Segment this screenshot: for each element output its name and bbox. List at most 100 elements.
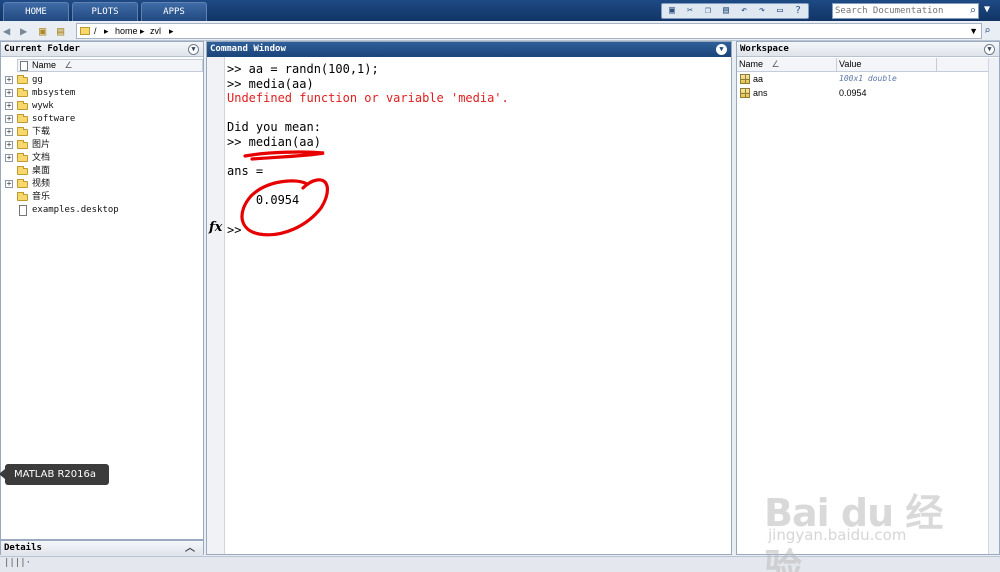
expand-icon[interactable]: +: [5, 154, 13, 162]
path-chevron-icon[interactable]: ▸: [169, 26, 174, 37]
list-item-label: 文档: [32, 153, 51, 163]
folder-icon: [17, 75, 28, 84]
path-segment-home[interactable]: home: [115, 26, 138, 36]
details-panel: Details ︿: [0, 540, 204, 556]
expand-icon[interactable]: +: [5, 76, 13, 84]
expand-icon[interactable]: +: [5, 141, 13, 149]
command-output[interactable]: >> aa = randn(100,1); >> media(aa) Undefin…: [227, 62, 727, 207]
list-item[interactable]: + 图片: [1, 139, 201, 152]
list-item[interactable]: + mbsystem: [1, 87, 201, 100]
name-column-header[interactable]: Name ∠: [737, 58, 837, 71]
list-item[interactable]: + 视频: [1, 178, 201, 191]
variable-name: ans: [753, 88, 768, 98]
list-item[interactable]: + 下载: [1, 126, 201, 139]
switch-windows-icon[interactable]: ▭: [772, 4, 788, 18]
panel-menu-icon[interactable]: ▼: [984, 44, 995, 55]
expand-icon[interactable]: +: [5, 128, 13, 136]
browse-folder-icon[interactable]: ▤: [57, 24, 64, 38]
command-line: [227, 149, 727, 164]
variable-grid-icon: [740, 74, 750, 84]
variable-name-cell: aa: [737, 72, 837, 86]
list-item-label: wywk: [32, 101, 54, 111]
list-item-label: 桌面: [32, 166, 51, 176]
expand-icon[interactable]: +: [5, 89, 13, 97]
command-line: >> aa = randn(100,1);: [227, 62, 379, 76]
list-item-label: software: [32, 114, 76, 124]
current-folder-header[interactable]: Current Folder ▼: [1, 42, 203, 57]
cut-icon[interactable]: ✂: [682, 4, 698, 18]
back-arrow-icon[interactable]: ◀: [3, 24, 10, 38]
function-browser-icon[interactable]: fx: [209, 220, 222, 235]
list-item-label: examples.desktop: [32, 205, 119, 215]
paste-icon[interactable]: ▤: [718, 4, 734, 18]
table-row[interactable]: ans 0.0954: [737, 86, 999, 100]
path-segment-zvl[interactable]: zvl: [150, 26, 161, 36]
folder-icon: [17, 114, 28, 123]
list-item[interactable]: + 文档: [1, 152, 201, 165]
value-column-header[interactable]: Value: [837, 58, 937, 71]
details-header[interactable]: Details ︿: [1, 541, 203, 556]
chevron-up-icon[interactable]: ︿: [185, 542, 195, 556]
workspace-scrollbar[interactable]: [988, 58, 999, 554]
command-prompt[interactable]: >>: [227, 223, 241, 237]
file-icon: [19, 205, 27, 216]
search-icon[interactable]: ⌕: [969, 4, 976, 17]
list-item[interactable]: 桌面: [1, 165, 201, 178]
save-icon[interactable]: ▣: [664, 4, 680, 18]
command-line: Did you mean:: [227, 120, 321, 134]
command-window-title: Command Window: [210, 44, 286, 54]
list-item-label: 音乐: [32, 192, 51, 202]
up-folder-icon[interactable]: ▣: [39, 24, 46, 38]
panel-menu-icon[interactable]: ▼: [188, 44, 199, 55]
tooltip: MATLAB R2016a: [0, 464, 109, 485]
list-item[interactable]: + gg: [1, 74, 201, 87]
list-item[interactable]: 音乐: [1, 191, 201, 204]
path-field[interactable]: / ▸ home ▸ zvl ▸ ▼: [76, 23, 982, 39]
variable-value: 100x1 double: [839, 74, 897, 83]
folder-search-icon[interactable]: ⌕: [984, 24, 991, 37]
variable-grid-icon: [740, 88, 750, 98]
tab-plots[interactable]: PLOTS: [72, 2, 138, 21]
list-item-label: 图片: [32, 140, 51, 150]
tab-home[interactable]: HOME: [3, 2, 69, 21]
folder-icon: [17, 101, 28, 110]
path-chevron-icon[interactable]: ▸: [104, 26, 109, 37]
list-item[interactable]: examples.desktop: [1, 204, 201, 217]
folder-icon: [17, 192, 28, 201]
list-item[interactable]: + software: [1, 113, 201, 126]
workspace-header[interactable]: Workspace ▼: [737, 42, 999, 57]
workspace-table-header: Name ∠ Value: [737, 58, 999, 72]
forward-arrow-icon[interactable]: ▶: [20, 24, 27, 38]
list-item-label: 视频: [32, 179, 51, 189]
status-grip-icon[interactable]: ||||·: [4, 558, 31, 568]
current-folder-panel: Current Folder ▼ Name ∠ + gg + mbsystem + wyw…: [0, 41, 204, 540]
search-documentation: ⌕: [832, 3, 979, 19]
undo-icon[interactable]: ↶: [736, 4, 752, 18]
help-icon[interactable]: ?: [790, 4, 806, 18]
expand-icon[interactable]: +: [5, 102, 13, 110]
name-column-header[interactable]: Name ∠: [17, 59, 203, 72]
current-folder-title: Current Folder: [4, 44, 80, 54]
expand-icon[interactable]: +: [5, 180, 13, 188]
folder-icon: [17, 153, 28, 162]
sort-icon: ∠: [771, 59, 780, 69]
panel-menu-icon[interactable]: ▼: [716, 44, 727, 55]
expand-icon[interactable]: +: [5, 115, 13, 123]
toolstrip-menu-arrow-icon[interactable]: ▼: [984, 4, 990, 15]
file-icon: [20, 61, 28, 71]
list-item-label: mbsystem: [32, 88, 76, 98]
workspace-table: Name ∠ Value aa 100x1 double ans 0.0954: [737, 58, 999, 100]
search-documentation-input[interactable]: [835, 5, 963, 17]
list-item[interactable]: + wywk: [1, 100, 201, 113]
tab-apps[interactable]: APPS: [141, 2, 207, 21]
command-window-header[interactable]: Command Window ▼: [207, 42, 731, 57]
list-item-label: 下载: [32, 127, 51, 137]
folder-icon: [17, 179, 28, 188]
copy-icon[interactable]: ❐: [700, 4, 716, 18]
table-row[interactable]: aa 100x1 double: [737, 72, 999, 86]
folder-icon: [80, 27, 90, 35]
path-chevron-icon[interactable]: ▸: [140, 26, 145, 37]
redo-icon[interactable]: ↷: [754, 4, 770, 18]
path-root[interactable]: /: [94, 26, 97, 36]
path-dropdown-icon[interactable]: ▼: [969, 26, 978, 36]
